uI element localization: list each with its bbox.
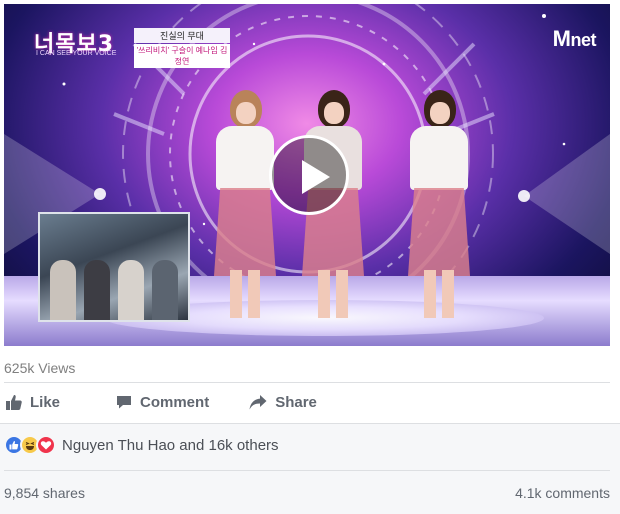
channel-logo-m: M	[552, 26, 571, 51]
like-label: Like	[30, 393, 61, 411]
audience-figure	[118, 260, 144, 320]
love-reaction-icon	[36, 435, 56, 455]
share-button[interactable]: Share	[249, 394, 317, 411]
audience-figure	[50, 260, 76, 320]
channel-logo-rest: net	[570, 30, 597, 50]
video-post: 너목보3 I CAN SEE YOUR VOICE 진실의 무대 '쓰리비치' …	[0, 0, 620, 514]
divider	[4, 382, 610, 383]
view-count: 625k Views	[4, 360, 76, 376]
play-button[interactable]	[269, 135, 349, 215]
share-label: Share	[275, 393, 317, 411]
performer-left	[210, 90, 280, 320]
feedback-section: Nguyen Thu Hao and 16k others 9,854 shar…	[0, 423, 620, 514]
channel-logo: Mnet	[552, 26, 597, 52]
like-button[interactable]: Like	[6, 394, 60, 411]
divider	[0, 423, 620, 424]
performer-right	[404, 90, 474, 320]
comment-count[interactable]: 4.1k comments	[515, 485, 610, 501]
thumbs-up-icon	[6, 395, 22, 410]
audience-figure	[84, 260, 110, 320]
reaction-summary[interactable]: Nguyen Thu Hao and 16k others	[4, 435, 279, 455]
speech-bubble-icon	[117, 396, 132, 409]
share-count[interactable]: 9,854 shares	[4, 485, 85, 501]
comment-button[interactable]: Comment	[116, 394, 209, 411]
broadcast-caption: 진실의 무대 '쓰리비치' 구슬이 예나임 김정연	[134, 28, 230, 68]
video-player[interactable]: 너목보3 I CAN SEE YOUR VOICE 진실의 무대 '쓰리비치' …	[4, 4, 610, 346]
play-icon	[302, 160, 330, 194]
picture-in-picture-inset	[38, 212, 190, 322]
share-arrow-icon	[249, 395, 267, 410]
reaction-summary-text[interactable]: Nguyen Thu Hao and 16k others	[62, 437, 279, 454]
reaction-icons	[4, 435, 56, 455]
comment-label: Comment	[140, 393, 210, 411]
caption-subtitle: '쓰리비치' 구슬이 예나임 김정연	[134, 44, 230, 68]
caption-title: 진실의 무대	[134, 28, 230, 43]
divider	[4, 470, 610, 471]
audience-figure	[152, 260, 178, 320]
action-bar: Like Comment Share	[4, 389, 610, 415]
show-logo-subtitle: I CAN SEE YOUR VOICE	[36, 50, 117, 57]
